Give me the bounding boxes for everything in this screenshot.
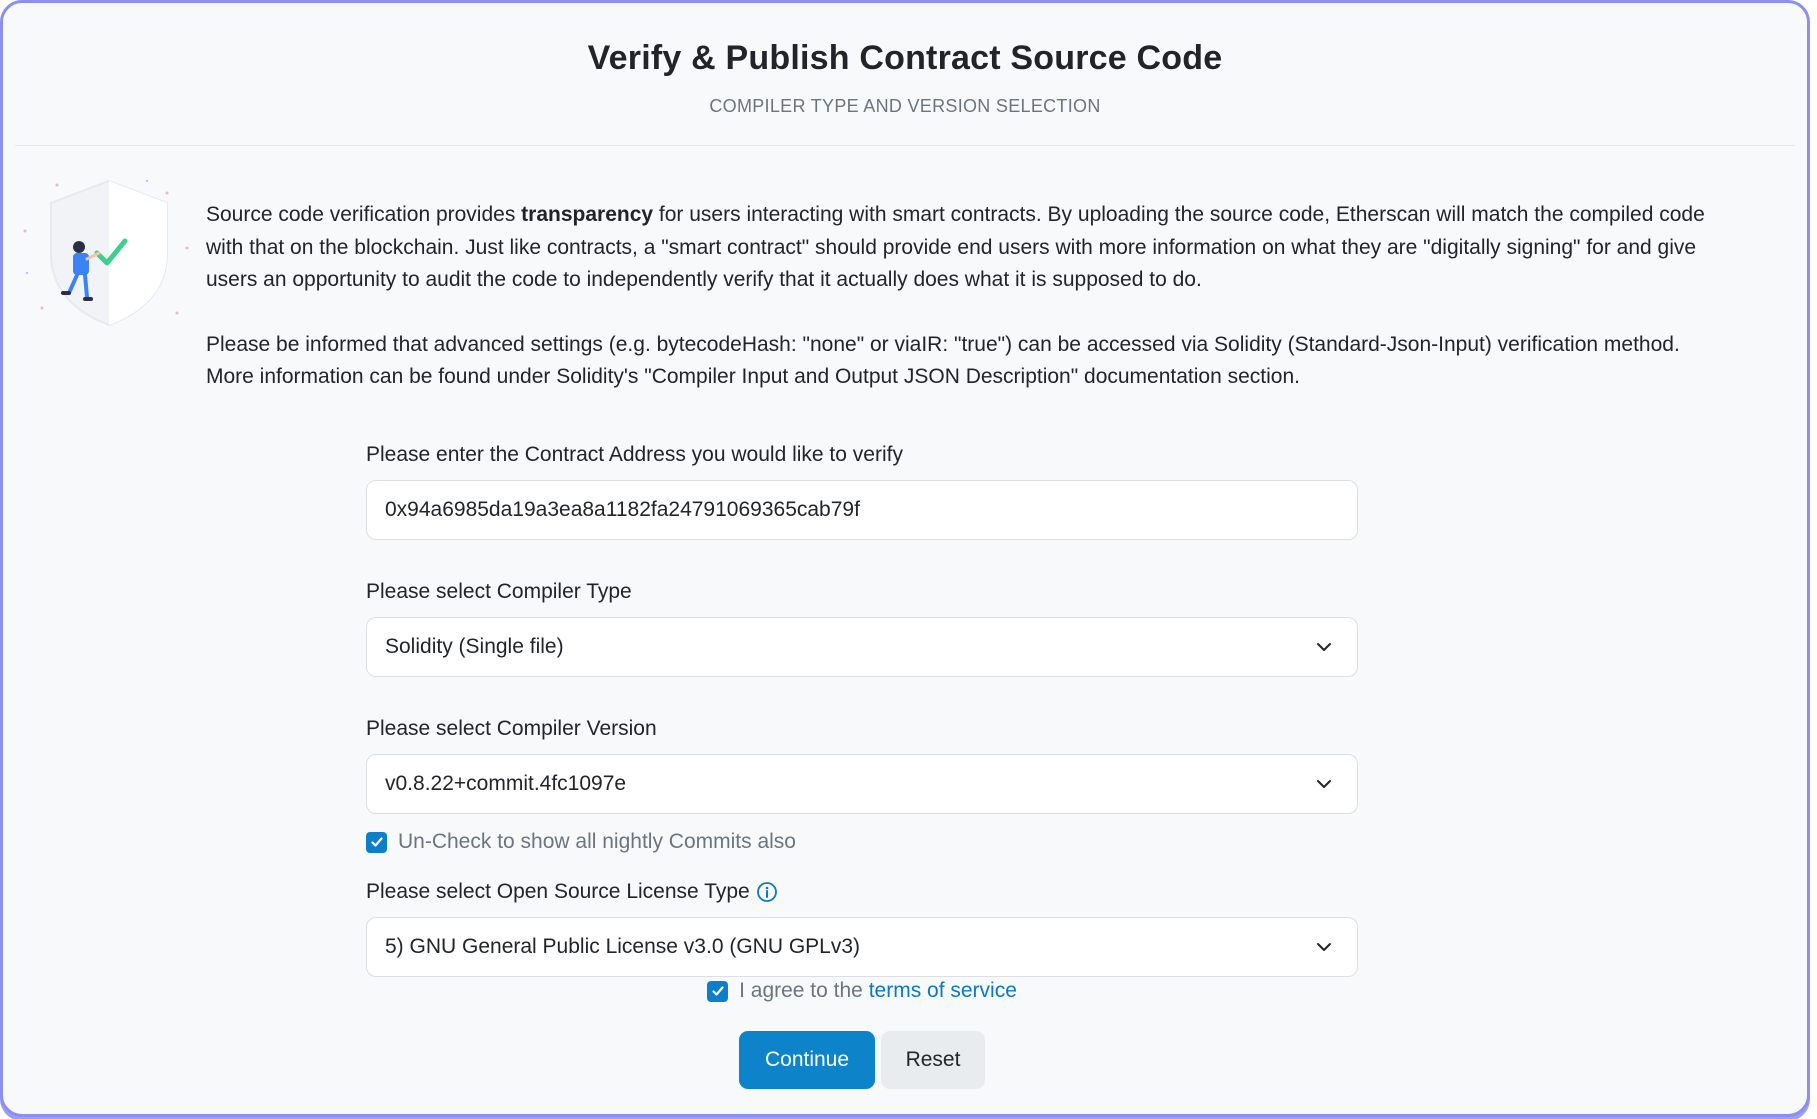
compiler-version-label: Please select Compiler Version: [366, 717, 1358, 741]
check-icon: [370, 837, 383, 847]
intro-p1-start: Source code verification provides: [206, 203, 522, 226]
contract-address-input[interactable]: 0x94a6985da19a3ea8a1182fa24791069365cab7…: [366, 480, 1358, 540]
compiler-type-select[interactable]: Solidity (Single file): [366, 617, 1358, 677]
terms-of-service-link[interactable]: terms of service: [869, 979, 1017, 1002]
check-icon: [711, 986, 724, 996]
intro-p1-bold: transparency: [521, 203, 654, 226]
reset-button[interactable]: Reset: [881, 1031, 985, 1089]
nightly-commits-row: Un-Check to show all nightly Commits als…: [366, 830, 1358, 854]
compiler-type-value: Solidity (Single file): [385, 635, 564, 658]
nightly-commits-checkbox[interactable]: [366, 831, 387, 853]
compiler-type-label-text: Please select Compiler Type: [366, 580, 632, 603]
chevron-down-icon: [1315, 638, 1333, 662]
compiler-version-select[interactable]: v0.8.22+commit.4fc1097e: [366, 754, 1358, 814]
intro-paragraph-2: Please be informed that advanced setting…: [206, 332, 1680, 389]
address-label: Please enter the Contract Address you wo…: [366, 443, 1358, 467]
terms-agree-label: I agree to the terms of service: [739, 979, 1017, 1003]
license-type-value: 5) GNU General Public License v3.0 (GNU …: [385, 935, 861, 958]
shield-checkmark-illustration: [17, 173, 207, 333]
chevron-down-icon: [1315, 938, 1333, 962]
page-frame: Verify & Publish Contract Source Code CO…: [0, 0, 1810, 1117]
page-header: Verify & Publish Contract Source Code CO…: [15, 3, 1795, 146]
intro-paragraph-1: Source code verification provides transp…: [206, 199, 1726, 297]
compiler-version-label-text: Please select Compiler Version: [366, 717, 657, 740]
nightly-commits-label: Un-Check to show all nightly Commits als…: [398, 830, 796, 853]
info-icon[interactable]: [756, 881, 778, 903]
contract-address-value: 0x94a6985da19a3ea8a1182fa24791069365cab7…: [385, 498, 860, 521]
terms-agreement-row: I agree to the terms of service: [366, 979, 1358, 1003]
terms-agree-checkbox[interactable]: [707, 980, 729, 1002]
compiler-type-label: Please select Compiler Type: [366, 580, 1358, 604]
license-label: Please select Open Source License Type: [366, 880, 1358, 904]
terms-agree-prefix: I agree to the: [739, 979, 869, 1002]
page-title: Verify & Publish Contract Source Code: [587, 39, 1223, 77]
page-subtitle: COMPILER TYPE AND VERSION SELECTION: [709, 96, 1101, 116]
compiler-version-value: v0.8.22+commit.4fc1097e: [385, 772, 627, 795]
address-label-text: Please enter the Contract Address you wo…: [366, 443, 903, 466]
chevron-down-icon: [1315, 775, 1333, 799]
intro-text: Source code verification provides transp…: [206, 199, 1726, 394]
form-actions: Continue Reset: [366, 1031, 1358, 1089]
verify-form: Please enter the Contract Address you wo…: [366, 443, 1358, 1089]
continue-button[interactable]: Continue: [739, 1031, 875, 1089]
license-label-text: Please select Open Source License Type: [366, 880, 750, 903]
license-type-select[interactable]: 5) GNU General Public License v3.0 (GNU …: [366, 917, 1358, 977]
